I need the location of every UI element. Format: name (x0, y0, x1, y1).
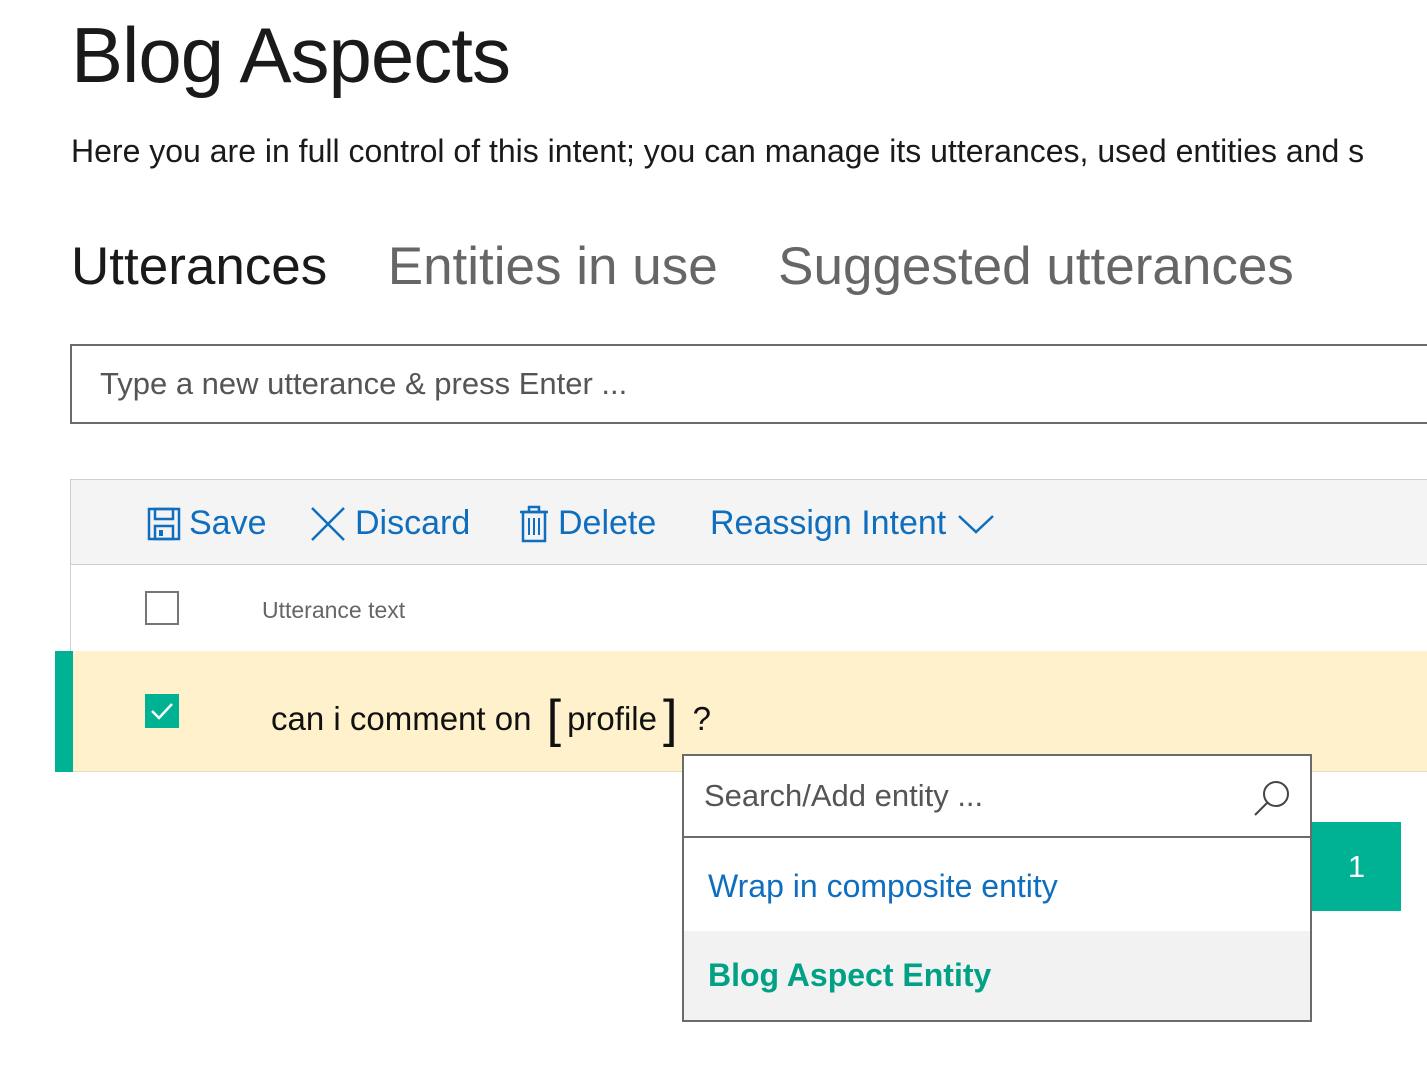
new-utterance-input[interactable] (70, 344, 1427, 424)
table-header: Utterance text (70, 565, 1427, 653)
count-badge: 1 (1312, 822, 1401, 911)
column-header-utterance-text: Utterance text (262, 597, 406, 623)
entity-picker-popup: Wrap in composite entity Blog Aspect Ent… (682, 754, 1312, 1022)
checkmark-icon (151, 703, 173, 720)
save-label: Save (189, 504, 267, 542)
entity-search-input[interactable] (684, 756, 1310, 838)
search-icon[interactable] (1252, 778, 1292, 818)
tab-utterances[interactable]: Utterances (71, 236, 327, 297)
row-checkbox[interactable] (145, 694, 179, 728)
entity-token[interactable]: profile (567, 700, 657, 737)
delete-button[interactable]: Delete (518, 504, 656, 543)
tab-suggested-utterances[interactable]: Suggested utterances (778, 236, 1294, 297)
tab-entities-in-use[interactable]: Entities in use (388, 236, 718, 297)
close-icon (311, 506, 345, 541)
tab-bar: Utterances Entities in use Suggested utt… (71, 236, 1350, 297)
entity-option-blog-aspect[interactable]: Blog Aspect Entity (684, 931, 1310, 1020)
trash-icon (520, 505, 548, 542)
wrap-composite-entity-option[interactable]: Wrap in composite entity (684, 840, 1310, 932)
discard-button[interactable]: Discard (309, 504, 470, 543)
select-all-checkbox[interactable] (145, 591, 179, 625)
reassign-intent-label: Reassign Intent (710, 504, 947, 542)
page-title: Blog Aspects (71, 11, 511, 99)
page-description: Here you are in full control of this int… (71, 133, 1365, 169)
entity-bracket-close: ] (662, 690, 678, 748)
page: Blog Aspects Here you are in full contro… (0, 0, 1427, 1087)
delete-label: Delete (558, 504, 657, 542)
reassign-intent-dropdown[interactable]: Reassign Intent (710, 504, 1004, 543)
toolbar: Save Discard Delete Reassign Intent (70, 479, 1427, 565)
save-icon (147, 507, 181, 540)
entity-bracket-open: [ (546, 690, 562, 748)
discard-label: Discard (355, 504, 471, 542)
selected-row-indicator (55, 651, 73, 772)
utterance-text-after: ? (683, 700, 711, 737)
utterance-text: can i comment on [profile] ? (271, 689, 711, 749)
save-button[interactable]: Save (147, 504, 267, 543)
utterance-text-before: can i comment on (271, 700, 541, 737)
chevron-down-icon (958, 514, 995, 534)
